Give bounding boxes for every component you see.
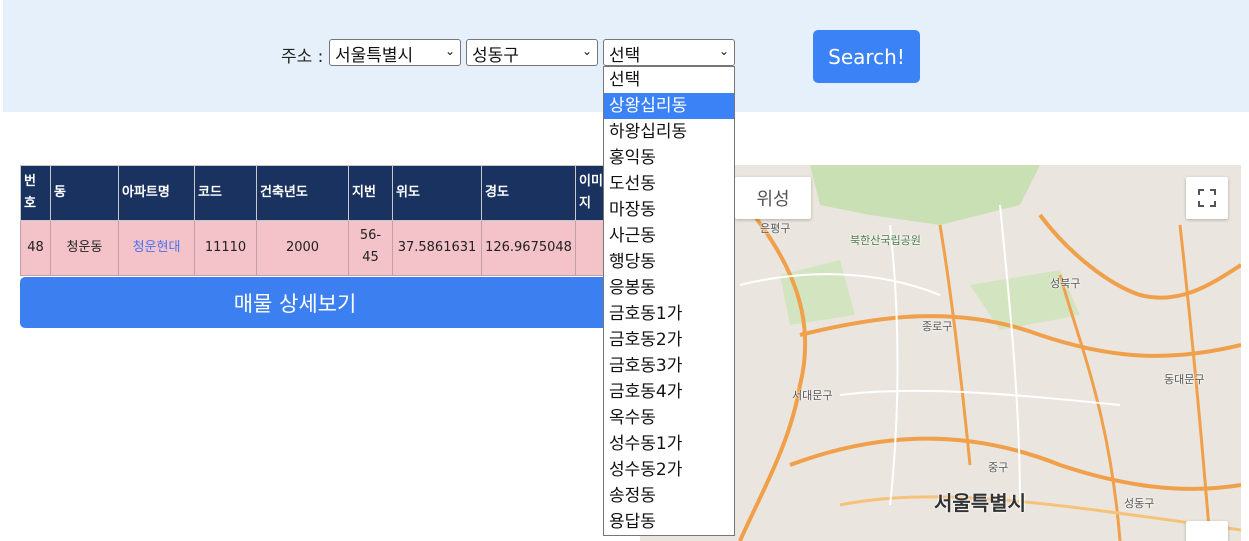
dong-option[interactable]: 도선동: [604, 171, 734, 197]
col-header-longitude: 경도: [481, 165, 576, 221]
table-row[interactable]: 48 청운동 청운현대 11110 2000 56-45 37.5861631 …: [20, 220, 607, 276]
detail-view-button[interactable]: 매물 상세보기: [20, 277, 660, 328]
col-header-apt-name: 아파트명: [118, 165, 195, 221]
app: 주소 : 서울특별시 ⌄ 성동구 ⌄ 선택 ⌄ Search! 위성 은평구 북…: [0, 0, 1249, 541]
cell-apt-name-link[interactable]: 청운현대: [118, 220, 195, 276]
table-header-row: 번호 동 아파트명 코드 건축년도 지번 위도 경도 이미지: [20, 165, 607, 221]
chevron-down-icon: ⌄: [718, 44, 729, 58]
col-header-code: 코드: [194, 165, 257, 221]
dong-option[interactable]: 금호동3가: [604, 353, 734, 379]
fullscreen-icon: [1198, 189, 1216, 207]
dong-option[interactable]: 송정동: [604, 483, 734, 509]
cell-dong: 청운동: [50, 220, 119, 276]
dong-option[interactable]: 행당동: [604, 249, 734, 275]
dong-option[interactable]: 용답동: [604, 509, 734, 535]
col-header-image: 이미지: [575, 165, 607, 221]
city-select-value: 서울특별시: [335, 46, 414, 66]
dong-option[interactable]: 성수동1가: [604, 431, 734, 457]
map-label-dongdaemun: 동대문구: [1164, 373, 1205, 386]
dong-option[interactable]: 홍익동: [604, 145, 734, 171]
fullscreen-button[interactable]: [1186, 177, 1228, 219]
dong-option[interactable]: 금호동4가: [604, 379, 734, 405]
chevron-down-icon: ⌄: [581, 44, 592, 58]
dong-option[interactable]: 응봉동: [604, 275, 734, 301]
col-header-dong: 동: [50, 165, 119, 221]
cell-lot: 56-45: [348, 220, 393, 276]
cell-image: [575, 220, 607, 276]
col-header-lot: 지번: [348, 165, 393, 221]
dong-option[interactable]: 옥수동: [604, 405, 734, 431]
dong-option[interactable]: 금호동2가: [604, 327, 734, 353]
col-header-image-label: 이미지: [579, 174, 603, 211]
dong-dropdown-list[interactable]: 선택 상왕십리동 하왕십리동 홍익동 도선동 마장동 사근동 행당동 응봉동 금호동1가 금호동2가…: [603, 66, 735, 536]
map-label-seodaemun: 서대문구: [792, 389, 833, 402]
col-header-latitude: 위도: [392, 165, 482, 221]
map-label-bukhansan: 북한산국립공원: [850, 234, 921, 247]
dong-select[interactable]: 선택 ⌄: [603, 39, 735, 66]
cell-number: 48: [20, 220, 51, 276]
address-label: 주소 :: [281, 47, 324, 67]
dong-option[interactable]: 상왕십리동: [604, 93, 734, 119]
map-satellite-toggle[interactable]: 위성: [735, 177, 811, 219]
cell-build-year: 2000: [256, 220, 349, 276]
chevron-down-icon: ⌄: [444, 44, 455, 58]
dong-option[interactable]: 성수동2가: [604, 457, 734, 483]
dong-select-value: 선택: [609, 46, 641, 66]
map-label-seongdong: 성동구: [1124, 497, 1155, 510]
dong-option[interactable]: 금호동1가: [604, 301, 734, 327]
map-label-junggu: 중구: [988, 461, 1009, 474]
dong-option[interactable]: 선택: [604, 67, 734, 93]
dong-option[interactable]: 사근동: [604, 223, 734, 249]
map-label-jongno: 종로구: [922, 320, 953, 333]
map-label-seoul: 서울특별시: [934, 491, 1026, 515]
search-button[interactable]: Search!: [813, 30, 920, 83]
map-label-eunpyeong: 은평구: [760, 222, 791, 235]
cell-lot-value: 56-45: [359, 228, 382, 265]
cell-longitude: 126.9675048: [481, 220, 576, 276]
col-header-number: 번호: [20, 165, 51, 221]
results-table: 번호 동 아파트명 코드 건축년도 지번 위도 경도 이미지 48 청운동 청운…: [20, 165, 607, 276]
dong-option[interactable]: 하왕십리동: [604, 119, 734, 145]
gu-select-value: 성동구: [472, 46, 519, 66]
col-header-number-label: 번호: [24, 174, 36, 211]
gu-select[interactable]: 성동구 ⌄: [466, 39, 598, 66]
city-select[interactable]: 서울특별시 ⌄: [329, 39, 461, 66]
col-header-build-year: 건축년도: [256, 165, 349, 221]
cell-latitude: 37.5861631: [392, 220, 482, 276]
street-view-pegman-icon[interactable]: [1186, 521, 1228, 541]
map-label-seongbuk: 성북구: [1050, 277, 1081, 290]
cell-code: 11110: [194, 220, 257, 276]
dong-option[interactable]: 마장동: [604, 197, 734, 223]
